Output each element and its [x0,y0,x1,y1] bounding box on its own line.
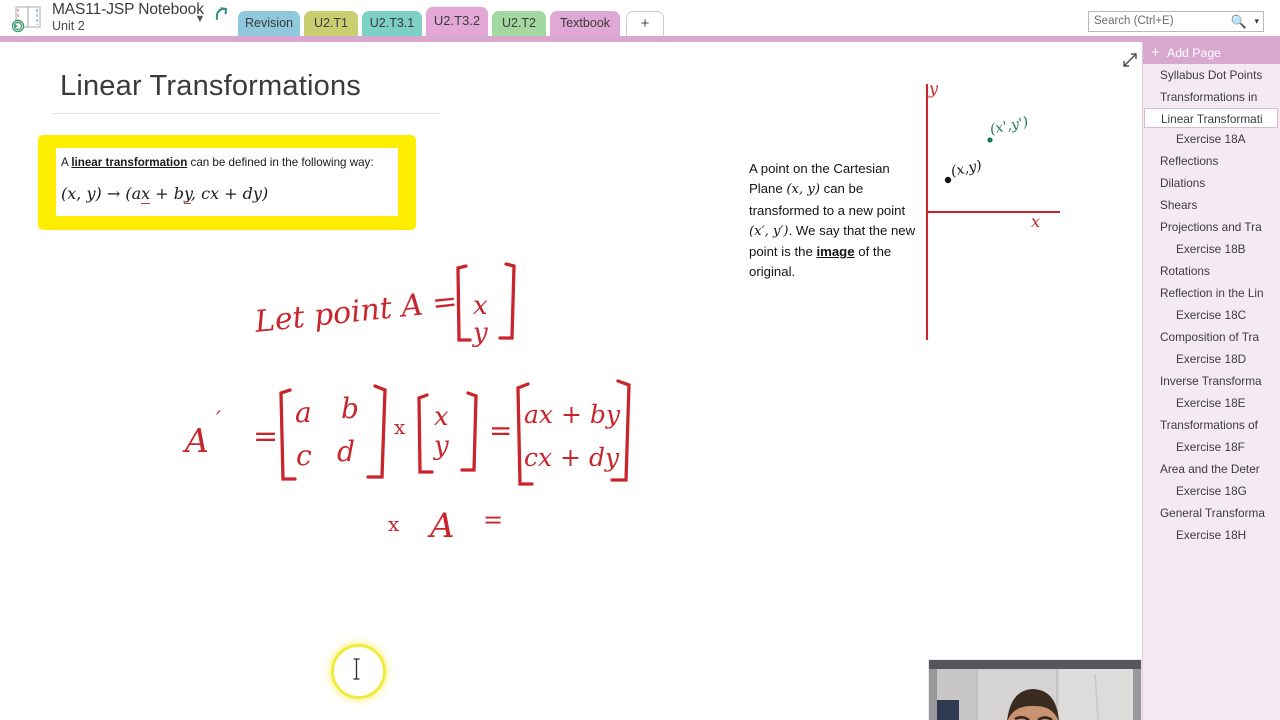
add-page-label: Add Page [1167,46,1222,60]
definition-formula: (x, y) → (ax + by, cx + dy) [61,184,269,204]
undo-icon[interactable] [211,4,233,30]
page-list-item-selected[interactable]: Linear Transformati [1144,108,1278,128]
page-list-item[interactable]: Area and the Deter [1143,458,1280,480]
section-tab-u2-t3-1[interactable]: U2.T3.1 [362,11,422,36]
handwritten-text: a [295,396,312,429]
page-list-item[interactable]: Exercise 18A [1143,128,1280,150]
section-tab-textbook[interactable]: Textbook [550,11,620,36]
page-list-item[interactable]: General Transforma [1143,502,1280,524]
handwritten-text: A [182,421,209,460]
handwritten-text: y [472,318,488,348]
search-input[interactable]: Search (Ctrl+E) 🔍 ▾ [1088,11,1264,32]
definition-inner-panel: A linear transformation can be defined i… [56,148,398,216]
page-list-item[interactable]: Composition of Tra [1143,326,1280,348]
definition-highlight-box[interactable]: A linear transformation can be defined i… [38,135,416,230]
page-list-item[interactable]: Shears [1143,194,1280,216]
section-tab-u2-t1[interactable]: U2.T1 [304,11,358,36]
page-list-item[interactable]: Syllabus Dot Points [1143,64,1280,86]
add-page-button[interactable]: + Add Page [1143,42,1280,64]
explain-point-xy: (x, y) [786,182,820,198]
notebook-icon[interactable] [8,4,48,34]
handwritten-text: ax + by [524,400,621,429]
definition-sentence: A linear transformation can be defined i… [61,156,374,169]
definition-term: linear transformation [71,156,188,169]
handwritten-text: c [296,439,312,472]
title-divider [52,113,440,114]
cartesian-plane-sketch: y x (x,y) (x',y') [900,72,1080,352]
handwritten-text: x [394,415,406,439]
search-dropdown-caret[interactable]: ▾ [1254,15,1259,28]
page-title[interactable]: Linear Transformations [60,70,361,103]
explain-image-term: image [816,244,855,260]
page-list-item[interactable]: Exercise 18E [1143,392,1280,414]
page-list-item[interactable]: Exercise 18H [1143,524,1280,546]
search-placeholder: Search (Ctrl+E) [1094,15,1174,27]
section-tab-u2-t3-2[interactable]: U2.T3.2 [426,7,488,36]
page-list-item[interactable]: Dilations [1143,172,1280,194]
handwritten-text: b [341,392,359,425]
presenter-webcam[interactable] [928,659,1142,720]
page-list-item[interactable]: Reflections [1143,150,1280,172]
graph-point-label: (x,y) [950,158,984,180]
note-canvas[interactable]: Linear Transformations A linear transfor… [0,42,1142,720]
page-list-item[interactable]: Rotations [1143,260,1280,282]
graph-y-axis-label: y [928,79,939,98]
handwritten-text: x [388,512,400,536]
page-list-item[interactable]: Exercise 18B [1143,238,1280,260]
notebook-name-block[interactable]: MAS11-JSP Notebook Unit 2 [52,1,212,35]
definition-pre: A [61,156,72,169]
page-list-item[interactable]: Inverse Transforma [1143,370,1280,392]
plus-icon: + [1151,44,1160,61]
handwritten-text: d [337,435,355,468]
handwritten-text: y [433,431,449,461]
search-icon[interactable]: 🔍 [1231,13,1247,30]
notebook-title: MAS11-JSP Notebook [52,1,204,18]
explain-line-2a: Plane [749,181,787,197]
graph-image-point-label: (x',y') [989,114,1030,138]
page-list: Syllabus Dot Points Transformations in Lin… [1143,64,1280,664]
page-list-item[interactable]: Reflection in the Lin [1143,282,1280,304]
notebook-subtitle: Unit 2 [52,19,85,33]
add-section-button[interactable]: + [626,11,664,37]
page-list-item[interactable]: Projections and Tra [1143,216,1280,238]
chevron-down-icon[interactable]: ▼ [194,14,206,25]
handwritten-text: = [489,414,512,447]
handwritten-text: x [473,291,488,321]
section-tab-u2-t2[interactable]: U2.T2 [492,11,546,36]
definition-post: can be defined in the following way: [187,156,374,169]
handwritten-text: Let point A = [252,284,459,340]
section-tab-strip: Revision U2.T1 U2.T3.1 U2.T3.2 U2.T2 Textbook… [238,0,1078,37]
cartesian-explanation-text[interactable]: A point on the Cartesian Plane (x, y) ca… [749,159,925,283]
page-list-item[interactable]: Transformations in [1143,86,1280,108]
handwritten-text: = [253,419,278,454]
page-list-item[interactable]: Exercise 18C [1143,304,1280,326]
section-tab-revision[interactable]: Revision [238,11,300,36]
page-list-item[interactable]: Exercise 18F [1143,436,1280,458]
top-bar: MAS11-JSP Notebook Unit 2 ▼ Revision U2.T… [0,0,1280,37]
explain-point-xy-prime: (x′, y′) [749,223,789,239]
explain-line-4b: . We say [788,222,840,238]
page-list-item[interactable]: Exercise 18D [1143,348,1280,370]
text-ibeam-cursor [352,658,360,680]
handwritten-text: = [483,506,503,534]
handwritten-text: A [427,506,455,546]
handwritten-text: cx + dy [524,443,620,472]
explain-line-2b: can be [819,181,864,197]
page-list-item[interactable]: Exercise 18G [1143,480,1280,502]
explain-line-3: transformed to a new [749,202,873,218]
page-list-item[interactable]: Transformations of [1143,414,1280,436]
explain-line-1: A point on the Cartesian [749,161,890,176]
graph-x-axis-label: x [1031,212,1040,231]
handwritten-text: ′ [216,408,221,433]
expand-page-icon[interactable] [1120,50,1140,70]
page-list-sidebar: + Add Page Syllabus Dot Points Transforma… [1142,42,1280,720]
handwritten-text: x [434,402,449,432]
